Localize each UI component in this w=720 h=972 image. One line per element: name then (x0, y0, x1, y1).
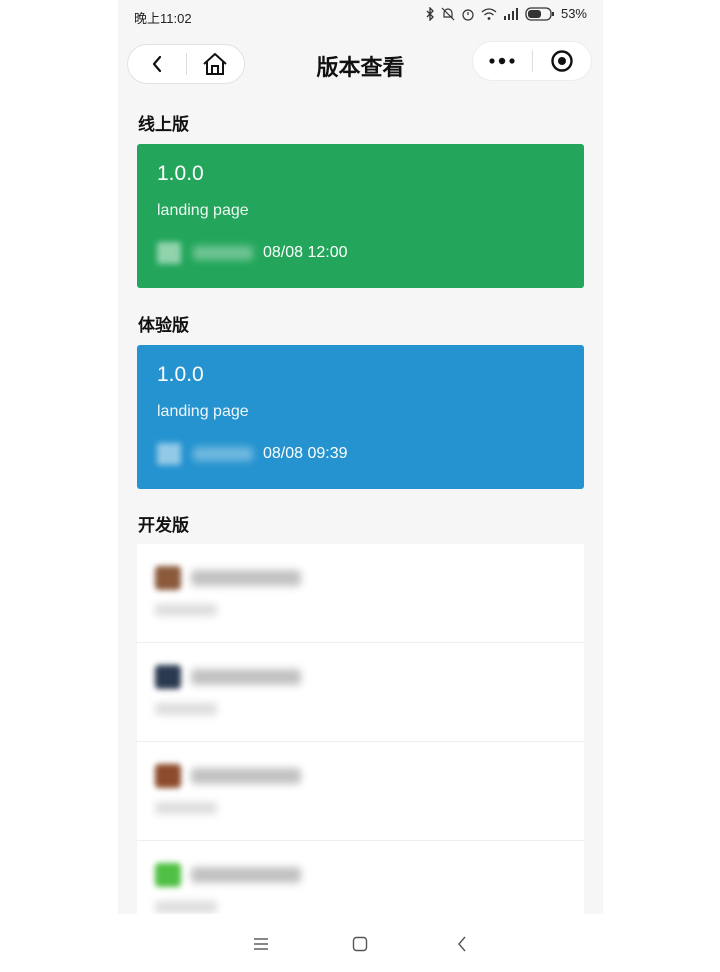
item-date-blurred (155, 604, 217, 616)
version-date: 08/08 12:00 (263, 244, 348, 261)
avatar (155, 566, 181, 590)
alarm-icon (462, 8, 474, 21)
bluetooth-icon (426, 6, 434, 21)
battery-percent: 53% (560, 6, 587, 21)
version-description: landing page (157, 403, 249, 420)
menu-button[interactable] (249, 932, 273, 956)
wifi-icon (481, 7, 497, 20)
section-title-trial: 体验版 (138, 316, 189, 335)
list-item[interactable] (137, 742, 584, 841)
square-icon (352, 936, 368, 952)
system-nav-bar (0, 914, 720, 972)
status-time: 晚上11:02 (134, 11, 192, 26)
avatar (157, 242, 181, 264)
list-item[interactable] (137, 643, 584, 742)
section-title-dev: 开发版 (138, 516, 189, 535)
nav-bar: 版本查看 (118, 38, 603, 86)
triangle-back-icon (458, 936, 466, 952)
dev-version-list (137, 544, 584, 914)
close-button[interactable] (533, 42, 592, 80)
version-description: landing page (157, 202, 249, 219)
more-button[interactable] (473, 42, 532, 80)
app-screen: 晚上11:02 53% 版本查看 线上版 1.0.0 landing page … (118, 0, 603, 914)
avatar (157, 443, 181, 465)
list-item[interactable] (137, 544, 584, 643)
bell-muted-icon (441, 7, 455, 20)
item-name-blurred (191, 570, 301, 586)
item-name-blurred (191, 669, 301, 685)
signal-icon (503, 7, 518, 20)
list-item[interactable] (137, 841, 584, 914)
more-dots-icon (489, 57, 515, 65)
avatar (155, 863, 181, 887)
section-title-online: 线上版 (138, 115, 189, 134)
battery-icon (525, 6, 554, 21)
version-number: 1.0.0 (157, 363, 204, 386)
item-date-blurred (155, 901, 217, 913)
item-date-blurred (155, 703, 217, 715)
home-nav-button[interactable] (348, 932, 372, 956)
avatar (155, 665, 181, 689)
online-version-card[interactable]: 1.0.0 landing page 08/08 12:00 (137, 144, 584, 288)
user-name-blurred (193, 447, 253, 461)
version-date: 08/08 09:39 (263, 445, 348, 462)
version-meta: 08/08 09:39 (157, 443, 348, 465)
status-icons: 53% (425, 6, 587, 21)
item-date-blurred (155, 802, 217, 814)
target-circle-icon (551, 50, 573, 72)
version-meta: 08/08 12:00 (157, 242, 348, 264)
status-bar: 晚上11:02 53% (118, 0, 603, 32)
user-name-blurred (193, 246, 253, 260)
menu-lines-icon (254, 938, 268, 950)
trial-version-card[interactable]: 1.0.0 landing page 08/08 09:39 (137, 345, 584, 489)
avatar (155, 764, 181, 788)
nav-capsule-right (472, 41, 592, 81)
version-number: 1.0.0 (157, 162, 204, 185)
system-back-button[interactable] (450, 932, 474, 956)
item-name-blurred (191, 867, 301, 883)
item-name-blurred (191, 768, 301, 784)
